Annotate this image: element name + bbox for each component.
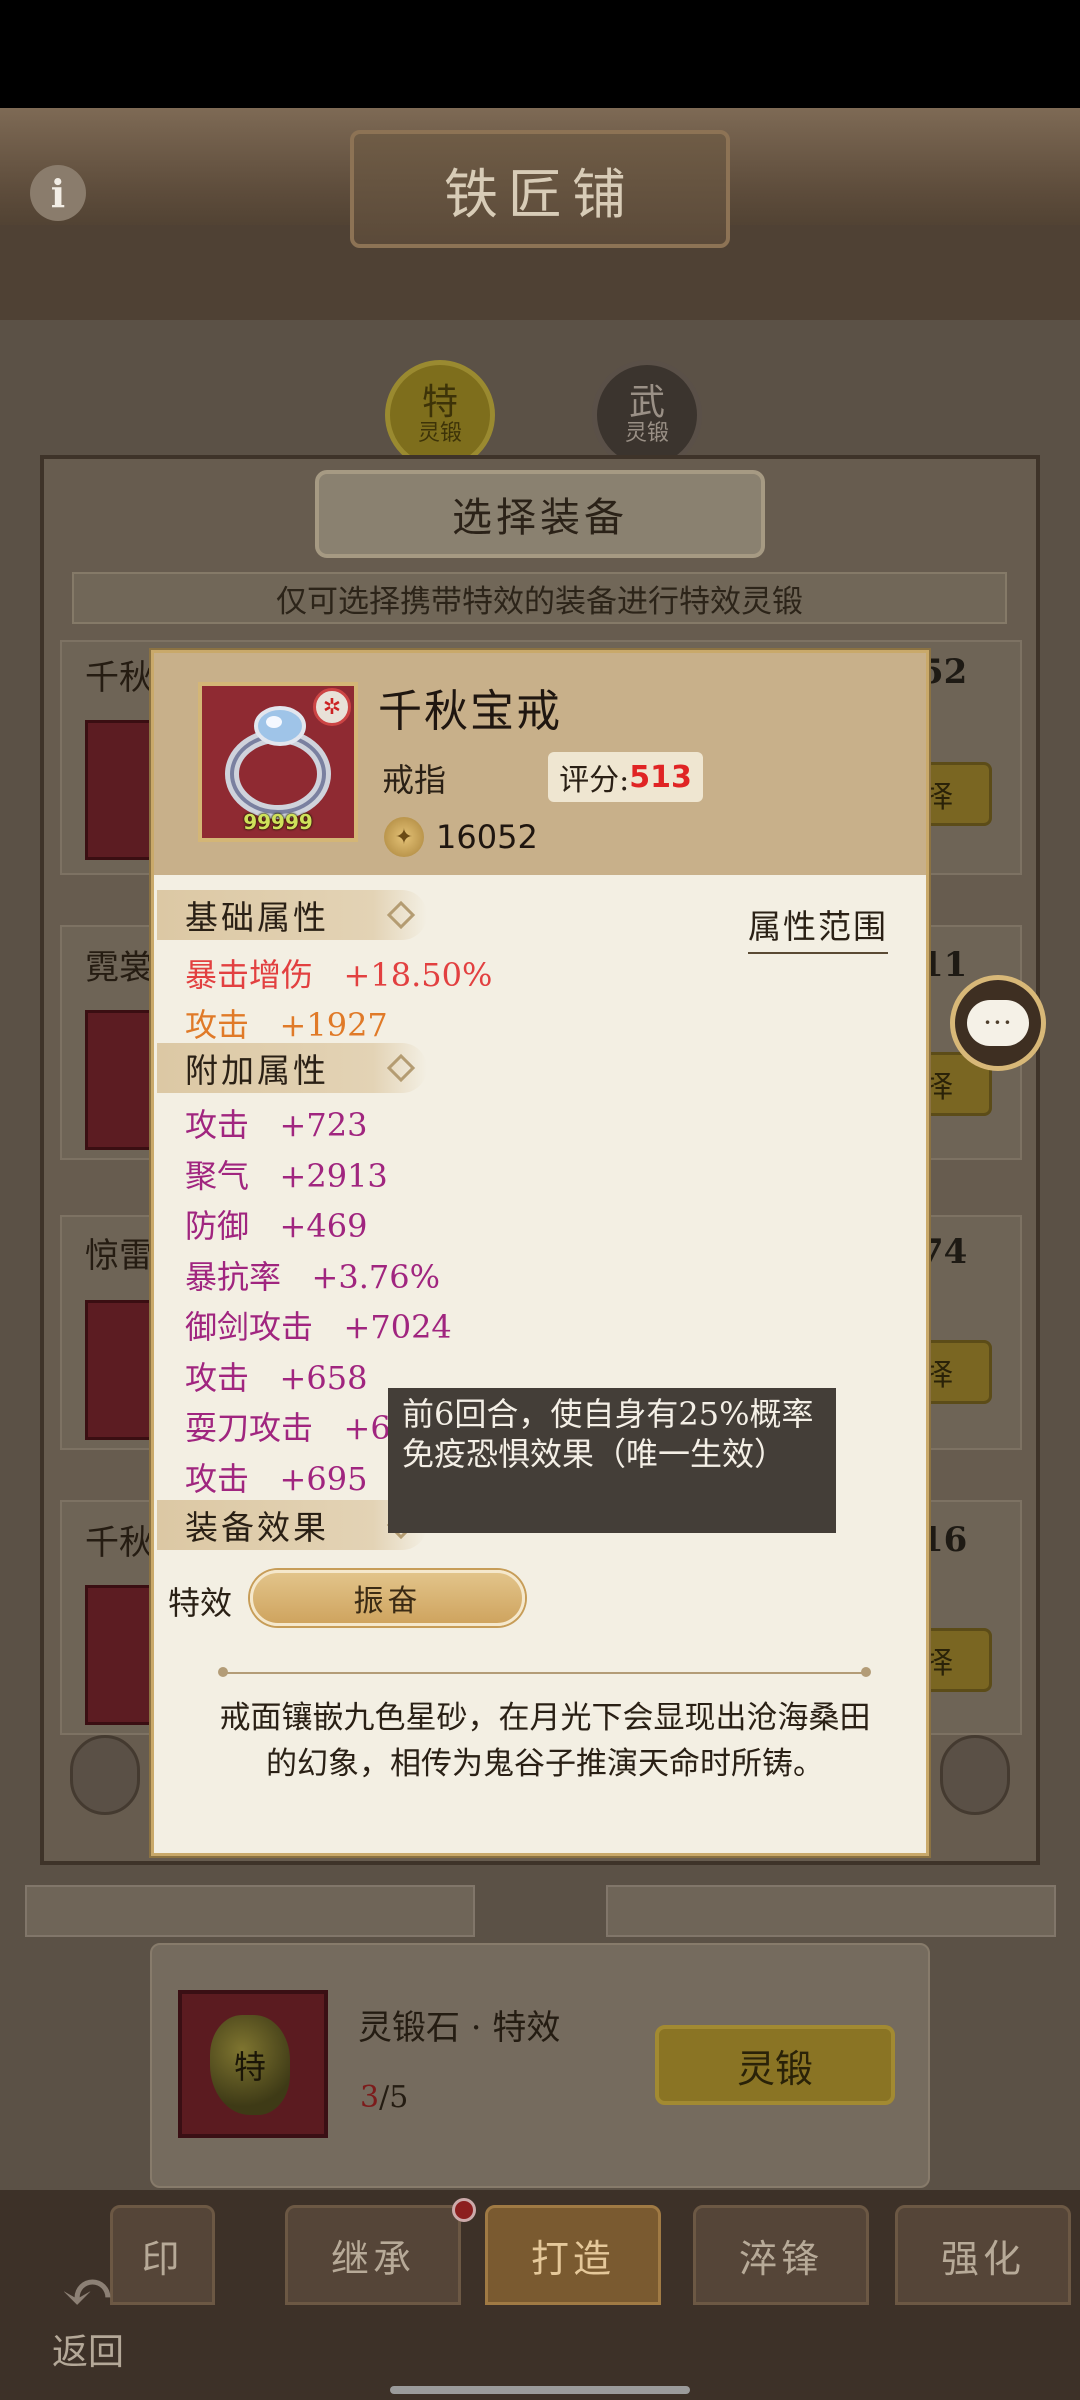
attr-name: 聚气 [185,1157,250,1195]
attr-value: +469 [279,1207,368,1245]
attribute-range-link[interactable]: 属性范围 [748,900,888,954]
tab-weapon-reforge[interactable]: 武 灵锻 [592,360,702,470]
attr-name: 耍刀攻击 [185,1409,314,1447]
tab-weapon-glyph: 武 [628,382,665,423]
section-basic-attrs: 基础属性 [157,890,427,940]
attr-name: 御剑攻击 [185,1308,314,1346]
scroll-left-handle[interactable] [70,1735,140,1815]
effect-tooltip: 前6回合，使自身有25%概率免疫恐惧效果（唯一生效） [388,1388,836,1533]
extra-attr-row: 耍刀攻击 +6 [185,1403,391,1449]
tab-temper[interactable]: 淬锋 [693,2205,869,2305]
attr-name: 攻击 [185,1460,250,1498]
info-icon[interactable]: i [30,165,86,221]
reforge-button[interactable]: 灵锻 [655,2025,895,2105]
stone-count-current: 3 [360,2080,380,2115]
equipment-icon [85,1585,155,1725]
divider-dot [861,1667,871,1677]
extra-attr-row: 聚气 +2913 [185,1151,388,1197]
item-name: 千秋宝戒 [378,686,562,737]
slot-left [25,1885,475,1937]
extra-attr-row: 攻击 +658 [185,1353,367,1399]
equipment-name: 千秋 [85,658,153,698]
extra-attr-row: 攻击 +723 [185,1100,367,1146]
section-extra-attrs: 附加属性 [157,1043,427,1093]
attr-value: +2913 [279,1157,388,1195]
chat-button[interactable]: ··· [950,975,1046,1071]
tab-special-glyph: 特 [421,382,458,423]
attr-value: +1927 [279,1006,388,1044]
attr-value: +3.76% [311,1258,440,1296]
special-effect-badge-icon: ✲ [313,688,351,726]
equipment-icon [85,1300,155,1440]
effect-label: 特效 [168,1584,233,1622]
attr-name: 暴击增伤 [185,956,314,994]
stone-count: 3/5 [360,2080,408,2115]
power-icon: ✦ [384,817,424,857]
scroll-right-handle[interactable] [940,1735,1010,1815]
attr-name: 防御 [185,1207,250,1245]
stone-name: 灵锻石 · 特效 [358,2008,561,2048]
tab-forge[interactable]: 打造 [485,2205,661,2305]
slot-right [606,1885,1056,1937]
back-button[interactable]: ↶ 返回 [28,2256,148,2375]
tab-weapon-label: 灵锻 [624,421,669,446]
equipment-name: 千秋 [85,1523,153,1563]
tab-inherit[interactable]: 继承 [285,2205,461,2305]
equipment-icon [85,1010,155,1150]
extra-attr-row: 暴抗率 +3.76% [185,1252,440,1298]
attr-name: 攻击 [185,1106,250,1144]
tab-enhance[interactable]: 强化 [895,2205,1071,2305]
back-arrow-icon: ↶ [61,2256,115,2330]
divider-dot [218,1667,228,1677]
dialog-hint: 仅可选择携带特效的装备进行特效灵锻 [72,572,1007,624]
back-label: 返回 [51,2332,124,2373]
attr-value: +18.50% [343,956,493,994]
score-label: 评分: [559,763,630,798]
dialog-title: 选择装备 [315,470,765,558]
item-level: 99999 [243,810,313,834]
section-equip-effect: 装备效果 [157,1500,427,1550]
home-indicator[interactable] [390,2386,690,2394]
power-value: 16052 [436,818,538,856]
item-type: 戒指 [382,761,447,799]
tab-special-reforge[interactable]: 特 灵锻 [385,360,495,470]
stone-count-total: /5 [379,2080,409,2115]
status-bar [0,0,1080,108]
tab-special-label: 灵锻 [417,421,462,446]
extra-attr-row: 防御 +469 [185,1201,367,1247]
basic-attr-row: 暴击增伤 +18.50% [185,950,492,996]
score-value: 513 [629,759,692,795]
equipment-icon [85,720,155,860]
extra-attr-row: 攻击 +695 [185,1454,367,1500]
chat-bubble-icon: ··· [967,1000,1029,1046]
attr-name: 暴抗率 [185,1258,282,1296]
notification-dot [452,2198,476,2222]
attr-value: +658 [279,1359,368,1397]
attr-value: +723 [279,1106,368,1144]
divider [222,1672,867,1674]
attr-value: +695 [279,1460,368,1498]
equipment-name: 惊雷 [85,1236,153,1276]
effect-pill[interactable]: 振奋 [250,1570,525,1626]
attr-name: 攻击 [185,1359,250,1397]
basic-attr-row: 攻击 +1927 [185,1000,388,1046]
info-icon-glyph: i [50,170,66,216]
extra-attr-row: 御剑攻击 +7024 [185,1302,452,1348]
equipment-name: 霓裳 [85,948,153,988]
score-box: 评分: 513 [548,752,703,802]
item-description: 戒面镶嵌九色星砂，在月光下会显现出沧海桑田的幻象，相传为鬼谷子推演天命时所铸。 [219,1700,871,1782]
stone-glyph: 特 [233,2048,266,2086]
attr-value: +7024 [343,1308,452,1346]
attr-value: +6 [343,1409,391,1447]
reforge-stone-icon: 特 [210,2015,290,2115]
page-title: 铁匠铺 [350,130,730,248]
attr-name: 攻击 [185,1006,250,1044]
